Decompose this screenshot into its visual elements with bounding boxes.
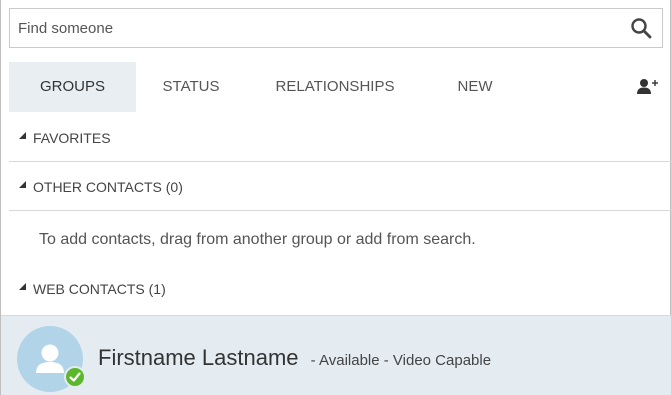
tab-bar: GROUPS STATUS RELATIONSHIPS NEW [9, 62, 663, 112]
tab-status[interactable]: STATUS [151, 62, 231, 112]
contacts-panel: GROUPS STATUS RELATIONSHIPS NEW FAVORITE… [0, 0, 671, 395]
tab-relationships[interactable]: RELATIONSHIPS [255, 62, 415, 112]
contact-status: - Available - Video Capable [310, 352, 492, 369]
search-input[interactable] [18, 9, 608, 47]
presence-available-icon [64, 366, 86, 388]
contact-row[interactable]: Firstname Lastname - Available - Video C… [1, 315, 671, 395]
group-label: FAVORITES [33, 130, 111, 146]
search-box[interactable] [9, 8, 663, 48]
add-contact-icon[interactable] [635, 77, 659, 97]
empty-group-hint: To add contacts, drag from another group… [39, 231, 476, 248]
collapse-triangle-icon [19, 132, 26, 139]
group-label: OTHER CONTACTS (0) [33, 179, 183, 195]
tab-groups[interactable]: GROUPS [9, 62, 136, 112]
contact-name: Firstname Lastname [98, 345, 299, 370]
group-web-contacts[interactable]: WEB CONTACTS (1) [9, 265, 671, 313]
group-label: WEB CONTACTS (1) [33, 281, 166, 297]
search-icon[interactable] [630, 17, 652, 39]
tab-new[interactable]: NEW [445, 62, 505, 112]
group-favorites[interactable]: FAVORITES [9, 114, 671, 162]
collapse-triangle-icon [19, 283, 26, 290]
contact-info: Firstname Lastname - Available - Video C… [98, 316, 491, 395]
group-other-contacts[interactable]: OTHER CONTACTS (0) [9, 163, 671, 211]
checkmark-icon [69, 372, 81, 382]
collapse-triangle-icon [19, 181, 26, 188]
